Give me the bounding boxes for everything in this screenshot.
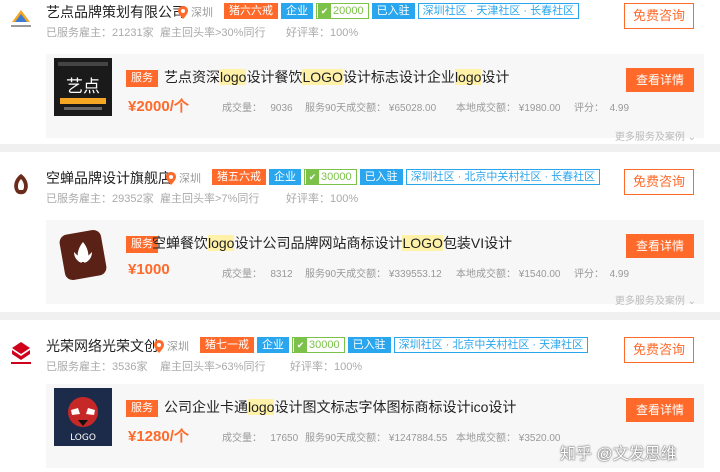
revenue90-stat: 服务90天成交额： ¥1247884.55 — [305, 433, 448, 444]
deposit-badge: ✔ 30000 — [304, 169, 357, 185]
score-stat: 评分： 4.99 — [574, 269, 630, 280]
service-item: 服务 空蝉餐饮logo设计公司品牌网站商标设计LOGO包装VI设计 ¥1000 … — [46, 220, 704, 304]
shop-card: 艺点品牌策划有限公司 深圳 猪六六戒 企业 ✔ 20000 已入驻 深圳社区 · … — [0, 0, 720, 150]
enterprise-badge: 企业 — [257, 337, 289, 353]
location-text: 深圳 — [191, 7, 213, 19]
shop-header: 空蝉品牌设计旗舰店 深圳 猪五六戒 企业 ✔ 30000 已入驻 深圳社区 · 北… — [0, 166, 720, 216]
service-image[interactable]: LOGO — [54, 388, 112, 446]
shield-icon: ✔ — [306, 170, 319, 184]
praise-rate: 好评率：100% — [286, 27, 359, 39]
more-services-link[interactable]: 更多服务及案例 ⌄ — [615, 128, 696, 143]
location-pin-icon — [166, 171, 176, 185]
shop-meta: 已服务雇主：21231家 雇主回头率>30%同行 好评率：100% — [46, 24, 358, 40]
shop-card: 空蝉品牌设计旗舰店 深圳 猪五六戒 企业 ✔ 30000 已入驻 深圳社区 · 北… — [0, 166, 720, 312]
repurchase-rate: 雇主回头率>7%同行 — [160, 193, 260, 205]
view-detail-button[interactable]: 查看详情 — [626, 234, 694, 258]
location-text: 深圳 — [179, 173, 201, 185]
shop-header: 光荣网络光荣文创 深圳 猪七一戒 企业 ✔ 30000 已入驻 深圳社区 · 北京… — [0, 334, 720, 384]
deposit-badge: ✔ 30000 — [292, 337, 345, 353]
revenue90-stat: 服务90天成交额： ¥339553.12 — [305, 269, 442, 280]
service-price: ¥2000/个 — [128, 98, 189, 115]
service-title[interactable]: 公司企业卡通logo设计图文标志字体图标商标设计ico设计 — [164, 397, 516, 417]
view-detail-button[interactable]: 查看详情 — [626, 398, 694, 422]
watermark: 知乎 @文发思维 — [560, 446, 677, 463]
joined-badge: 已入驻 — [371, 3, 415, 19]
shield-icon: ✔ — [318, 4, 331, 18]
rank-badge: 猪六六戒 — [224, 3, 278, 19]
rank-badge: 猪五六戒 — [212, 169, 266, 185]
shop-meta: 已服务雇主：3536家 雇主回头率>63%同行 好评率：100% — [46, 358, 362, 374]
served-count: 已服务雇主：21231家 — [46, 27, 154, 39]
location: 深圳 — [154, 338, 189, 354]
service-image[interactable] — [54, 228, 112, 286]
service-tag: 服务 — [126, 400, 158, 417]
served-count: 已服务雇主：3536家 — [46, 361, 148, 373]
section-divider — [0, 144, 720, 152]
joined-badge: 已入驻 — [347, 337, 391, 353]
deposit-badge: ✔ 20000 — [316, 3, 369, 19]
section-divider — [0, 312, 720, 320]
service-price: ¥1280/个 — [128, 428, 189, 445]
community-badge: 深圳社区 · 天津社区 · 长春社区 — [417, 3, 580, 19]
svg-text:艺点: 艺点 — [66, 77, 100, 97]
location: 深圳 — [178, 4, 213, 20]
location-text: 深圳 — [167, 341, 189, 353]
chevron-down-icon: ⌄ — [687, 132, 696, 143]
location-pin-icon — [178, 5, 188, 19]
rank-badge: 猪七一戒 — [200, 337, 254, 353]
enterprise-badge: 企业 — [281, 3, 313, 19]
revenue90-stat: 服务90天成交额： ¥65028.00 — [305, 103, 437, 114]
local-revenue-stat: 本地成交额： ¥3520.00 — [456, 433, 561, 444]
location-pin-icon — [154, 339, 164, 353]
svg-text:LOGO: LOGO — [70, 433, 96, 443]
local-revenue-stat: 本地成交额： ¥1540.00 — [456, 269, 561, 280]
shop-logo[interactable] — [6, 4, 36, 34]
volume-stat: 成交量： 17650 — [222, 433, 299, 444]
badge-row: 猪七一戒 企业 ✔ 30000 已入驻 深圳社区 · 北京中关村社区 · 天津社区 — [200, 337, 589, 353]
community-badge: 深圳社区 · 北京中关村社区 · 天津社区 — [393, 337, 589, 353]
shop-name[interactable]: 光荣网络光荣文创 — [46, 336, 158, 356]
service-tag: 服务 — [126, 70, 158, 87]
repurchase-rate: 雇主回头率>63%同行 — [160, 361, 266, 373]
service-price: ¥1000 — [128, 261, 170, 278]
free-consult-button[interactable]: 免费咨询 — [624, 169, 694, 195]
shop-name[interactable]: 空蝉品牌设计旗舰店 — [46, 168, 172, 188]
view-detail-button[interactable]: 查看详情 — [626, 68, 694, 92]
enterprise-badge: 企业 — [269, 169, 301, 185]
badge-row: 猪五六戒 企业 ✔ 30000 已入驻 深圳社区 · 北京中关村社区 · 长春社区 — [212, 169, 601, 185]
shop-logo[interactable] — [6, 170, 36, 200]
chevron-down-icon: ⌄ — [687, 296, 696, 307]
volume-stat: 成交量： 8312 — [222, 269, 293, 280]
shop-header: 艺点品牌策划有限公司 深圳 猪六六戒 企业 ✔ 20000 已入驻 深圳社区 · … — [0, 0, 720, 50]
free-consult-button[interactable]: 免费咨询 — [624, 3, 694, 29]
local-revenue-stat: 本地成交额： ¥1980.00 — [456, 103, 561, 114]
service-item: 艺点 服务 艺点资深logo设计餐饮LOGO设计标志设计企业logo设计 ¥20… — [46, 54, 704, 138]
location: 深圳 — [166, 170, 201, 186]
shop-logo[interactable] — [6, 338, 36, 368]
service-title[interactable]: 空蝉餐饮logo设计公司品牌网站商标设计LOGO包装VI设计 — [152, 233, 512, 253]
shield-icon: ✔ — [294, 338, 307, 352]
shop-name[interactable]: 艺点品牌策划有限公司 — [46, 2, 186, 22]
volume-stat: 成交量： 9036 — [222, 103, 293, 114]
praise-rate: 好评率：100% — [286, 193, 359, 205]
served-count: 已服务雇主：29352家 — [46, 193, 154, 205]
more-services-link[interactable]: 更多服务及案例 ⌄ — [615, 292, 696, 307]
service-title[interactable]: 艺点资深logo设计餐饮LOGO设计标志设计企业logo设计 — [164, 67, 509, 87]
praise-rate: 好评率：100% — [290, 361, 363, 373]
joined-badge: 已入驻 — [359, 169, 403, 185]
badge-row: 猪六六戒 企业 ✔ 20000 已入驻 深圳社区 · 天津社区 · 长春社区 — [224, 3, 580, 19]
service-image[interactable]: 艺点 — [54, 58, 112, 116]
community-badge: 深圳社区 · 北京中关村社区 · 长春社区 — [405, 169, 601, 185]
score-stat: 评分： 4.99 — [574, 103, 630, 114]
free-consult-button[interactable]: 免费咨询 — [624, 337, 694, 363]
repurchase-rate: 雇主回头率>30%同行 — [160, 27, 266, 39]
shop-meta: 已服务雇主：29352家 雇主回头率>7%同行 好评率：100% — [46, 190, 358, 206]
